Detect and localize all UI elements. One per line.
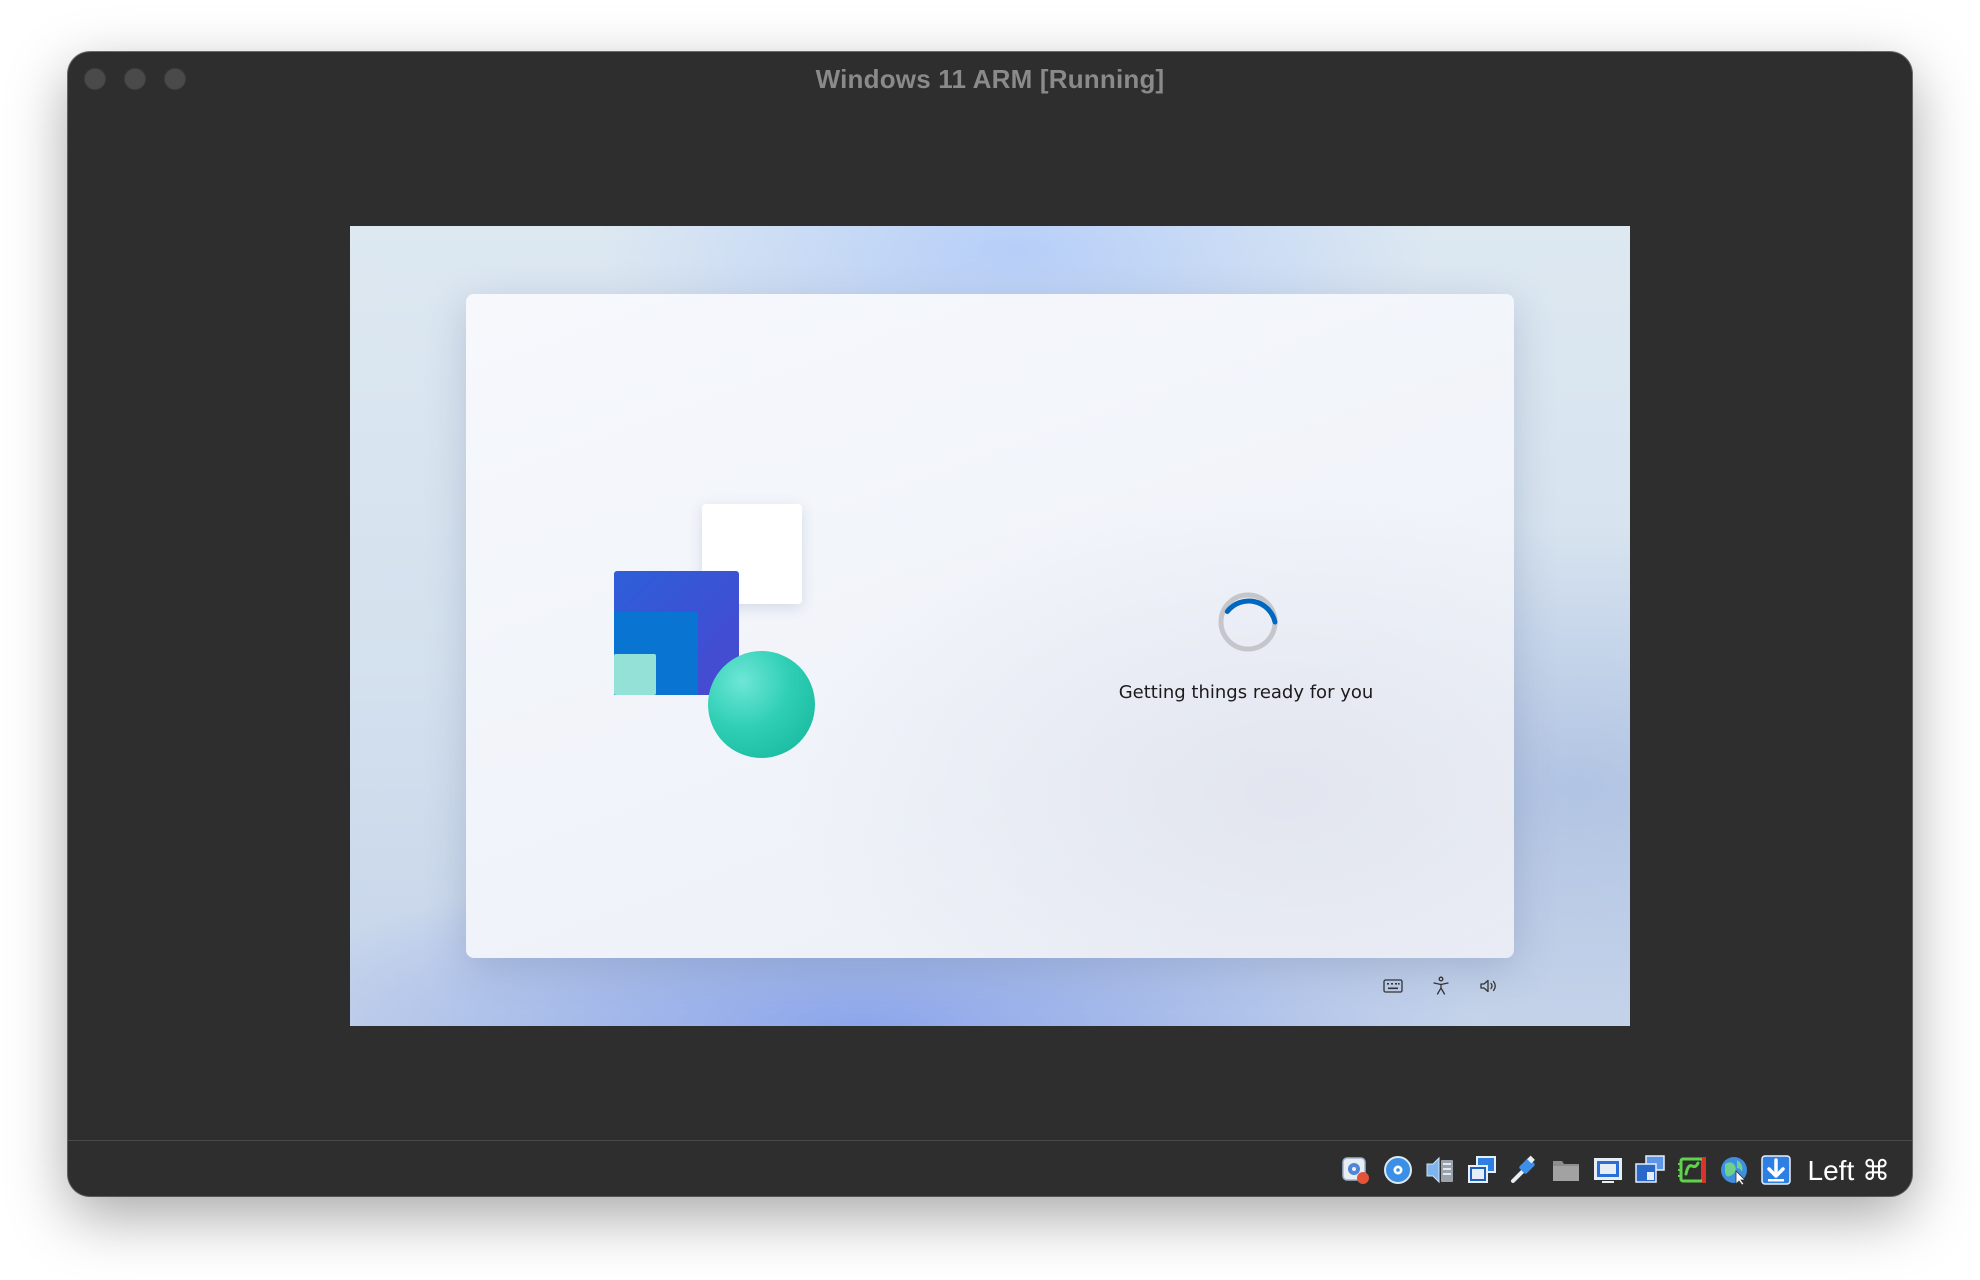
mint-square-shape [614, 654, 656, 695]
title-bar[interactable]: Windows 11 ARM [Running] [68, 52, 1912, 104]
teal-circle-shape [708, 651, 815, 758]
mouse-integration-icon[interactable] [1718, 1154, 1751, 1187]
audio-icon[interactable] [1424, 1154, 1457, 1187]
host-key-label[interactable]: Left ⌘ [1808, 1154, 1890, 1187]
hard-disk-icon[interactable] [1340, 1154, 1373, 1187]
shared-folders-icon[interactable] [1550, 1154, 1583, 1187]
guest-tray [1380, 972, 1502, 1000]
setup-status-text: Getting things ready for you [1118, 682, 1374, 703]
recording-icon[interactable] [1634, 1154, 1667, 1187]
loading-spinner-icon [1218, 592, 1278, 652]
vm-status-bar: Left ⌘ [68, 1140, 1912, 1196]
keyboard-icon[interactable] [1380, 973, 1406, 999]
display-icon[interactable] [1592, 1154, 1625, 1187]
status-bar-icons: Left ⌘ [1340, 1153, 1890, 1187]
keyboard-capture-icon[interactable] [1760, 1154, 1793, 1187]
usb-icon[interactable] [1508, 1154, 1541, 1187]
optical-drive-icon[interactable] [1382, 1154, 1415, 1187]
setup-card: Getting things ready for you [466, 294, 1514, 958]
guest-display[interactable]: Getting things ready for you [350, 226, 1630, 1026]
window-title: Windows 11 ARM [Running] [815, 64, 1165, 94]
network-icon[interactable] [1466, 1154, 1499, 1187]
cpu-icon[interactable] [1676, 1154, 1709, 1187]
accessibility-icon[interactable] [1428, 973, 1454, 999]
windows-setup-illustration [614, 504, 824, 764]
volume-icon[interactable] [1476, 973, 1502, 999]
vm-window: Windows 11 ARM [Running] Getting things … [68, 52, 1912, 1196]
